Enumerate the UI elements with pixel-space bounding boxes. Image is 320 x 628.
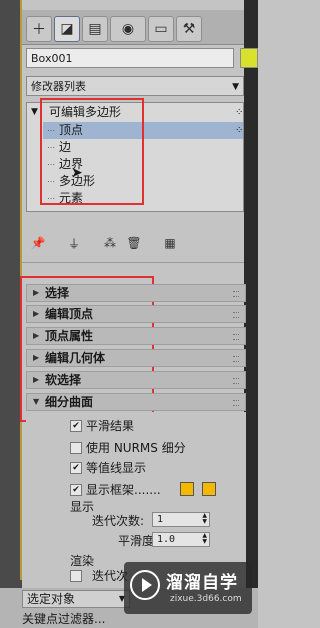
smoothness-spinner[interactable]: 1.0 ▲ ▼ <box>152 532 210 547</box>
spinner-arrows-icon[interactable]: ▲ ▼ <box>202 533 207 545</box>
modifier-list-label: 修改器列表 <box>31 80 86 93</box>
configure-sets-icon[interactable]: ▦ <box>162 235 178 251</box>
grip-icon <box>233 400 239 406</box>
watermark-brand: 溜溜自学 <box>166 573 238 593</box>
chevron-down-icon: ▼ <box>232 82 239 92</box>
isoline-checkbox[interactable]: ✔ <box>70 462 82 474</box>
render-iterations-label: 迭代次 <box>92 569 129 583</box>
show-cage-checkbox[interactable]: ✔ <box>70 484 82 496</box>
iterations-label: 迭代次数: <box>92 514 145 528</box>
spinner-arrows-icon[interactable]: ▲ ▼ <box>202 513 207 525</box>
selection-set-label: 选定对象 <box>27 592 76 606</box>
smoothness-value: 1.0 <box>157 534 176 545</box>
subobject-icon: ⁘ <box>235 107 244 118</box>
stack-toolbar: 📌 ⏚ ⁂ 🗑 ▦ <box>26 232 244 254</box>
cage-color-swatch-1[interactable] <box>180 482 194 496</box>
use-nurms-checkbox[interactable] <box>70 442 82 454</box>
display-tab[interactable]: ▭ <box>148 16 174 42</box>
rollout-subdivision-surface[interactable]: ▼ 细分曲面 <box>26 393 246 411</box>
key-filters-button[interactable]: 关键点过滤器... <box>22 610 132 628</box>
grip-icon <box>233 291 239 297</box>
grip-icon <box>233 312 239 318</box>
expand-icon: ▶ <box>33 288 40 297</box>
rollout-label: 细分曲面 <box>45 395 94 409</box>
utilities-icon: ⚒ <box>182 21 196 37</box>
motion-icon: ◉ <box>121 21 135 37</box>
command-panel-tabs: ＋ ◪ ▤ ◉ ▭ ⚒ <box>22 10 244 45</box>
remove-modifier-icon[interactable]: 🗑 <box>126 235 142 251</box>
collapse-icon[interactable]: ▼ <box>31 104 38 121</box>
hierarchy-icon: ▤ <box>88 21 102 37</box>
motion-tab[interactable]: ◉ <box>110 16 146 42</box>
rollout-soft-selection[interactable]: ▶ 软选择 <box>26 371 246 389</box>
key-filters-label: 关键点过滤器... <box>22 612 106 626</box>
pin-stack-icon[interactable]: 📌 <box>30 235 46 251</box>
expand-icon: ▶ <box>33 375 40 384</box>
object-name-field[interactable]: Box001 <box>26 48 234 68</box>
cage-color-swatch-2[interactable] <box>202 482 216 496</box>
divider <box>22 262 244 263</box>
watermark-url: zixue.3d66.com <box>170 594 242 604</box>
grip-icon <box>233 334 239 340</box>
show-end-result-icon[interactable]: ⏚ <box>66 235 82 251</box>
rollout-label: 顶点属性 <box>45 329 94 343</box>
subobject-icon: ⁘ <box>235 125 244 136</box>
hierarchy-tab[interactable]: ▤ <box>82 16 108 42</box>
modifier-list-dropdown[interactable]: 修改器列表 ▼ <box>26 76 244 96</box>
expand-icon: ▶ <box>33 309 40 318</box>
create-icon: ＋ <box>32 22 46 38</box>
modify-tab[interactable]: ◪ <box>54 16 80 42</box>
display-icon: ▭ <box>154 21 168 37</box>
use-nurms-label: 使用 NURMS 细分 <box>86 441 186 455</box>
create-tab[interactable]: ＋ <box>26 16 52 42</box>
smooth-result-label: 平滑结果 <box>86 419 135 433</box>
viewport-edge-right <box>244 0 258 628</box>
iterations-value: 1 <box>157 514 164 525</box>
modify-icon: ◪ <box>60 21 74 37</box>
make-unique-icon[interactable]: ⁂ <box>102 235 118 251</box>
grip-icon <box>233 356 239 362</box>
viewport-edge <box>0 0 22 628</box>
rollout-label: 编辑几何体 <box>45 351 106 365</box>
watermark: 溜溜自学 zixue.3d66.com <box>124 562 252 614</box>
show-cage-label: 显示框架....... <box>86 483 161 497</box>
rollout-label: 编辑顶点 <box>45 307 94 321</box>
object-color-swatch[interactable] <box>240 48 258 68</box>
selection-set-dropdown[interactable]: 选定对象 ▼ <box>22 590 130 608</box>
rollout-edit-vertices[interactable]: ▶ 编辑顶点 <box>26 305 246 323</box>
expand-icon: ▶ <box>33 331 40 340</box>
expand-icon: ▶ <box>33 353 40 362</box>
isoline-label: 等值线显示 <box>86 461 147 475</box>
render-iterations-checkbox[interactable] <box>70 570 82 582</box>
play-logo-icon <box>130 570 160 600</box>
smooth-result-checkbox[interactable]: ✔ <box>70 420 82 432</box>
grip-icon <box>233 378 239 384</box>
rollout-label: 选择 <box>45 286 70 300</box>
rollout-edit-geometry[interactable]: ▶ 编辑几何体 <box>26 349 246 367</box>
rollout-label: 软选择 <box>45 373 82 387</box>
annotation-box-stack <box>40 98 144 205</box>
iterations-spinner[interactable]: 1 ▲ ▼ <box>152 512 210 527</box>
collapse-icon: ▼ <box>33 397 40 406</box>
render-group-label: 渲染 <box>70 554 95 568</box>
rollout-vertex-properties[interactable]: ▶ 顶点属性 <box>26 327 246 345</box>
rollout-selection[interactable]: ▶ 选择 <box>26 284 246 302</box>
utilities-tab[interactable]: ⚒ <box>176 16 202 42</box>
display-group-label: 显示 <box>70 500 95 514</box>
